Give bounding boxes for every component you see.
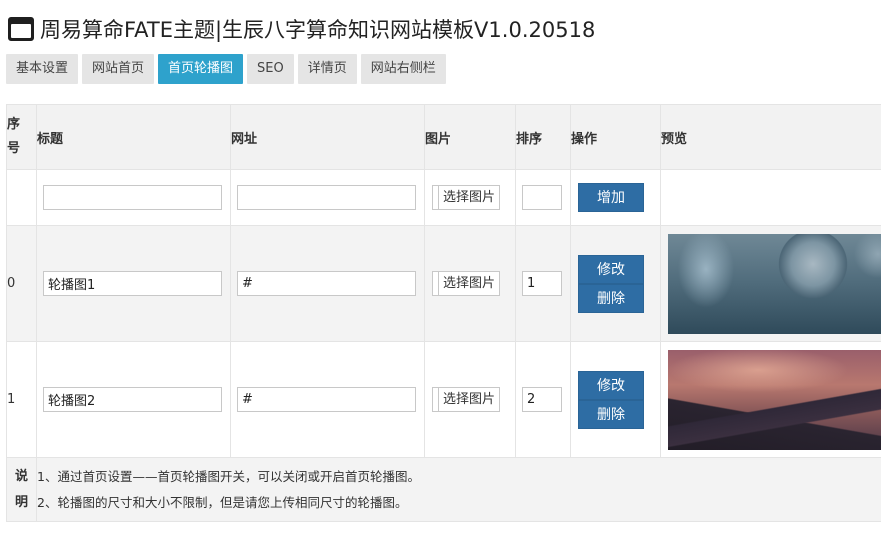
add-row: 选择图片 增加: [6, 169, 881, 226]
table-header-row: 序 号 标题 网址 图片 排序 操作 预览: [6, 104, 881, 170]
delete-button[interactable]: 删除: [578, 283, 644, 313]
delete-button[interactable]: 删除: [578, 399, 644, 429]
row-seq: 1: [6, 341, 37, 458]
note-line-2: 2、轮播图的尺寸和大小不限制，但是请您上传相同尺寸的轮播图。: [37, 494, 408, 510]
column-header-seq: 序 号: [6, 104, 37, 170]
tab-seo[interactable]: SEO: [247, 54, 294, 84]
notes-content: 1、通过首页设置——首页轮播图开关，可以关闭或开启首页轮播图。 2、轮播图的尺寸…: [36, 457, 881, 522]
carousel-preview-image: [668, 233, 881, 334]
seq-header-line1: 序: [7, 117, 21, 132]
table-row: 0 选择图片 修改 删除: [6, 225, 881, 342]
tab-right-sidebar[interactable]: 网站右侧栏: [360, 54, 446, 84]
column-header-action: 操作: [570, 104, 661, 170]
carousel-preview-image: [668, 349, 881, 450]
url-input[interactable]: [237, 271, 416, 296]
column-header-url: 网址: [230, 104, 425, 170]
page-title: 周易算命FATE主题|生辰八字算命知识网站模板V1.0.20518: [40, 18, 596, 42]
sort-input[interactable]: [522, 387, 562, 412]
choose-image-button[interactable]: 选择图片: [438, 271, 501, 296]
notes-row: 说 明 1、通过首页设置——首页轮播图开关，可以关闭或开启首页轮播图。 2、轮播…: [6, 457, 881, 522]
column-header-title: 标题: [36, 104, 231, 170]
table-row: 1 选择图片 修改 删除: [6, 341, 881, 458]
column-header-image: 图片: [424, 104, 516, 170]
new-image-picker: 选择图片: [432, 185, 515, 210]
title-input[interactable]: [43, 387, 222, 412]
tab-homepage[interactable]: 网站首页: [82, 54, 155, 84]
edit-button[interactable]: 修改: [578, 254, 644, 284]
image-picker: 选择图片: [432, 271, 515, 296]
settings-tabs: 基本设置 网站首页 首页轮播图 SEO 详情页 网站右侧栏: [6, 54, 446, 84]
edit-button[interactable]: 修改: [578, 370, 644, 400]
url-input[interactable]: [237, 387, 416, 412]
notes-label-line1: 说: [14, 468, 28, 484]
carousel-table: 序 号 标题 网址 图片 排序 操作 预览 选择图片 增加 0 选择图片 修改 …: [6, 104, 881, 522]
page-header: 周易算命FATE主题|生辰八字算命知识网站模板V1.0.20518: [8, 14, 595, 44]
choose-image-button[interactable]: 选择图片: [438, 185, 501, 210]
choose-image-button[interactable]: 选择图片: [438, 387, 501, 412]
title-input[interactable]: [43, 271, 222, 296]
new-title-input[interactable]: [43, 185, 222, 210]
row-actions: 修改 删除: [571, 254, 660, 313]
sort-input[interactable]: [522, 271, 562, 296]
add-button[interactable]: 增加: [578, 183, 644, 212]
new-url-input[interactable]: [237, 185, 416, 210]
column-header-preview: 预览: [660, 104, 881, 170]
row-seq: 0: [6, 225, 37, 342]
row-actions: 修改 删除: [571, 370, 660, 429]
add-row-preview: [660, 169, 881, 226]
tab-basic-settings[interactable]: 基本设置: [6, 54, 79, 84]
browser-window-icon: [8, 17, 34, 41]
add-row-seq: [6, 169, 37, 226]
column-header-sort: 排序: [515, 104, 571, 170]
notes-label-line2: 明: [14, 494, 28, 510]
notes-label: 说 明: [6, 457, 37, 522]
tab-detail-page[interactable]: 详情页: [297, 54, 357, 84]
seq-header-line2: 号: [7, 141, 21, 156]
image-picker: 选择图片: [432, 387, 515, 412]
new-sort-input[interactable]: [522, 185, 562, 210]
note-line-1: 1、通过首页设置——首页轮播图开关，可以关闭或开启首页轮播图。: [37, 468, 420, 484]
tab-homepage-carousel[interactable]: 首页轮播图: [158, 54, 244, 84]
